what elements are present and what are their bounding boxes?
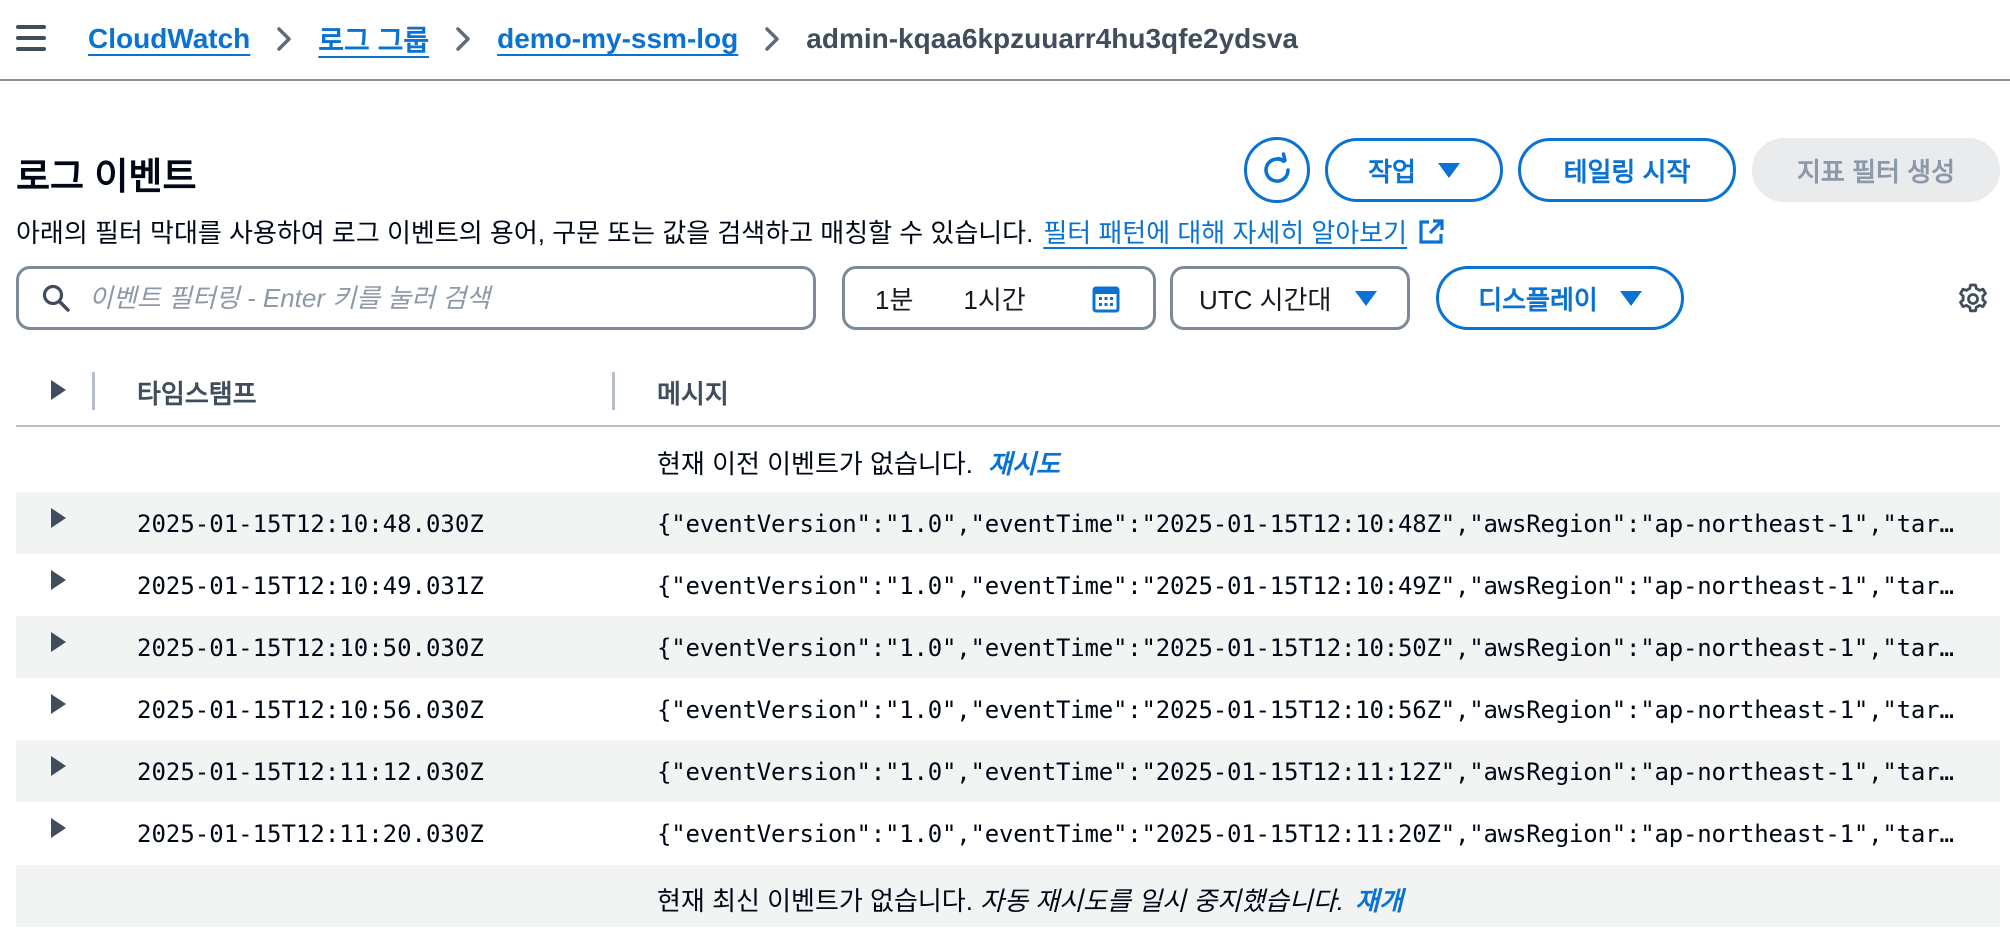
range-option-1h[interactable]: 1시간	[963, 280, 1025, 317]
table-row[interactable]: 2025-01-15T12:10:50.030Z {"eventVersion"…	[16, 616, 2000, 678]
external-link-icon[interactable]	[1417, 218, 1445, 246]
calendar-icon[interactable]	[1091, 284, 1121, 314]
event-message: {"eventVersion":"1.0","eventTime":"2025-…	[657, 820, 1967, 848]
event-timestamp: 2025-01-15T12:10:56.030Z	[137, 696, 484, 724]
caret-right-icon[interactable]	[48, 754, 68, 778]
column-header-message[interactable]: 메시지	[657, 374, 729, 411]
newer-events-text: 현재 최신 이벤트가 없습니다.	[657, 886, 973, 916]
event-message: {"eventVersion":"1.0","eventTime":"2025-…	[657, 758, 1967, 786]
event-timestamp: 2025-01-15T12:11:20.030Z	[137, 820, 484, 848]
caret-right-icon[interactable]	[48, 568, 68, 592]
event-message: {"eventVersion":"1.0","eventTime":"2025-…	[657, 634, 1967, 662]
older-events-text: 현재 이전 이벤트가 없습니다.	[657, 449, 973, 479]
event-timestamp: 2025-01-15T12:10:48.030Z	[137, 510, 484, 538]
create-metric-filter-button[interactable]: 지표 필터 생성	[1752, 138, 2000, 202]
table-row[interactable]: 2025-01-15T12:11:20.030Z {"eventVersion"…	[16, 802, 2000, 864]
caret-right-icon[interactable]	[48, 506, 68, 530]
actions-label: 작업	[1368, 156, 1416, 187]
caret-down-icon	[1437, 162, 1460, 178]
chevron-right-icon	[764, 26, 780, 52]
breadcrumb-log-group-name[interactable]: demo-my-ssm-log	[497, 23, 738, 55]
time-range-selector[interactable]: 1분 1시간	[842, 266, 1156, 330]
caret-right-icon[interactable]	[48, 692, 68, 716]
breadcrumb: CloudWatch 로그 그룹 demo-my-ssm-log admin-k…	[88, 20, 1298, 58]
display-label: 디스플레이	[1478, 284, 1598, 315]
top-navigation: CloudWatch 로그 그룹 demo-my-ssm-log admin-k…	[0, 0, 2010, 81]
event-timestamp: 2025-01-15T12:10:49.031Z	[137, 572, 484, 600]
column-divider[interactable]	[92, 372, 95, 410]
caret-down-icon	[1355, 290, 1378, 306]
column-header-timestamp[interactable]: 타임스탬프	[137, 374, 257, 411]
breadcrumb-cloudwatch[interactable]: CloudWatch	[88, 23, 250, 55]
event-message: {"eventVersion":"1.0","eventTime":"2025-…	[657, 696, 1967, 724]
expand-all-toggle[interactable]	[48, 378, 68, 402]
breadcrumb-current-stream: admin-kqaa6kpzuuarr4hu3qfe2ydsva	[806, 23, 1299, 54]
event-message: {"eventVersion":"1.0","eventTime":"2025-…	[657, 572, 1967, 600]
search-icon	[41, 283, 71, 313]
table-row[interactable]: 2025-01-15T12:10:56.030Z {"eventVersion"…	[16, 678, 2000, 740]
hamburger-icon[interactable]	[16, 25, 46, 51]
chevron-right-icon	[455, 26, 471, 52]
table-row[interactable]: 2025-01-15T12:11:12.030Z {"eventVersion"…	[16, 740, 2000, 802]
newer-events-notice: 현재 최신 이벤트가 없습니다. 자동 재시도를 일시 중지했습니다. 재개	[16, 865, 2000, 927]
column-divider[interactable]	[612, 372, 615, 410]
breadcrumb-log-groups[interactable]: 로그 그룹	[318, 19, 429, 59]
table-row[interactable]: 2025-01-15T12:10:49.031Z {"eventVersion"…	[16, 554, 2000, 616]
resume-link[interactable]: 재개	[1355, 886, 1403, 916]
display-dropdown-button[interactable]: 디스플레이	[1436, 266, 1684, 330]
event-message: {"eventVersion":"1.0","eventTime":"2025-…	[657, 510, 1967, 538]
event-timestamp: 2025-01-15T12:11:12.030Z	[137, 758, 484, 786]
auto-retry-paused-text: 자동 재시도를 일시 중지했습니다.	[980, 886, 1344, 916]
refresh-button[interactable]	[1244, 137, 1310, 203]
caret-right-icon[interactable]	[48, 630, 68, 654]
refresh-icon	[1259, 152, 1295, 188]
page-title: 로그 이벤트	[16, 156, 197, 197]
log-events-list: 2025-01-15T12:10:48.030Z {"eventVersion"…	[16, 492, 2000, 864]
create-metric-filter-label: 지표 필터 생성	[1797, 156, 1955, 187]
gear-icon[interactable]	[1956, 282, 1990, 316]
range-option-1m[interactable]: 1분	[875, 280, 913, 317]
timezone-select[interactable]: UTC 시간대	[1170, 266, 1410, 330]
table-row[interactable]: 2025-01-15T12:10:48.030Z {"eventVersion"…	[16, 492, 2000, 554]
learn-more-link[interactable]: 필터 패턴에 대해 자세히 알아보기	[1043, 213, 1407, 250]
start-tailing-button[interactable]: 테일링 시작	[1518, 138, 1736, 202]
retry-link[interactable]: 재시도	[988, 449, 1060, 479]
description-text: 아래의 필터 막대를 사용하여 로그 이벤트의 용어, 구문 또는 값을 검색하…	[16, 218, 1034, 248]
caret-down-icon	[1619, 290, 1642, 306]
chevron-right-icon	[276, 26, 292, 52]
actions-dropdown-button[interactable]: 작업	[1325, 138, 1503, 202]
page-description: 아래의 필터 막대를 사용하여 로그 이벤트의 용어, 구문 또는 값을 검색하…	[16, 213, 1445, 250]
caret-right-icon[interactable]	[48, 816, 68, 840]
older-events-notice: 현재 이전 이벤트가 없습니다. 재시도	[16, 428, 2000, 490]
start-tailing-label: 테일링 시작	[1563, 156, 1691, 187]
table-header: 타임스탬프 메시지	[16, 358, 2000, 427]
search-input[interactable]	[89, 282, 769, 314]
event-filter-search[interactable]	[16, 266, 816, 330]
event-timestamp: 2025-01-15T12:10:50.030Z	[137, 634, 484, 662]
timezone-label: UTC 시간대	[1199, 284, 1332, 315]
